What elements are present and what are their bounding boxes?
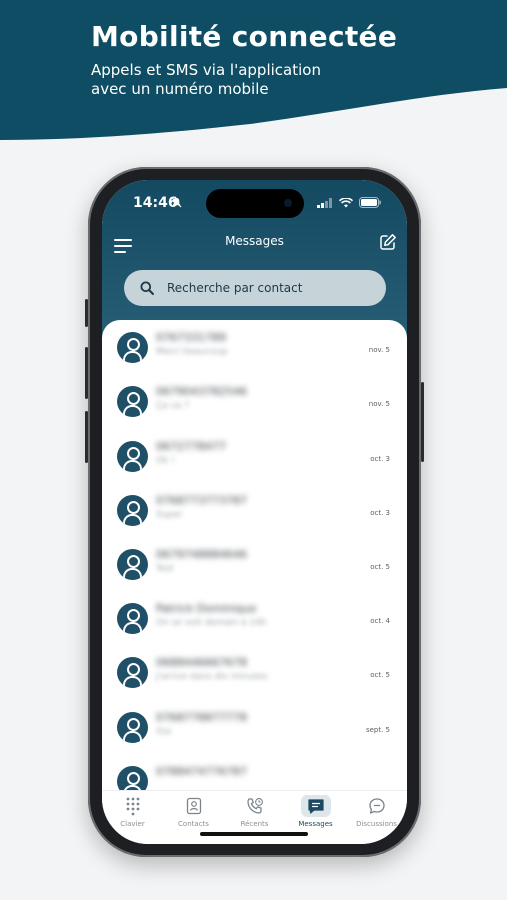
phone-side-button (85, 299, 88, 327)
contact-name: 0768778877778 (156, 711, 247, 724)
tab-recents[interactable]: Récents (224, 795, 285, 828)
battery-icon (359, 197, 381, 208)
message-preview: Test (156, 564, 174, 574)
tab-discussions[interactable]: Discussions (346, 795, 407, 828)
tab-clavier[interactable]: Clavier (102, 795, 163, 828)
message-date: oct. 4 (370, 617, 390, 625)
tab-contacts[interactable]: Contacts (163, 795, 224, 828)
avatar-icon (117, 332, 148, 363)
avatar-icon (117, 441, 148, 472)
wifi-icon (339, 197, 353, 207)
conversation-list[interactable]: 0767331789 Merci beaucoup nov. 5 0679043… (102, 320, 407, 790)
contact-name: 0688446667678 (156, 656, 247, 669)
message-date: oct. 5 (370, 563, 390, 571)
message-preview: Ça va ? (156, 401, 190, 411)
phone-power-button (421, 382, 424, 462)
tab-label: Clavier (120, 820, 145, 828)
contact-name: 0768773773787 (156, 494, 247, 507)
conversation-item[interactable]: 0767331789 Merci beaucoup nov. 5 (102, 320, 407, 374)
contacts-icon (186, 797, 201, 815)
phone-screen: 14:46 Messages Recherche par contact 076… (102, 180, 407, 844)
phone-mockup: 14:46 Messages Recherche par contact 076… (85, 167, 424, 857)
status-icons (317, 197, 381, 208)
avatar-icon (117, 766, 148, 790)
contact-name: 0679748884646 (156, 548, 247, 561)
conversation-item[interactable]: 0679043782546 Ça va ? nov. 5 (102, 374, 407, 428)
contact-name: 0672778477 (156, 440, 226, 453)
search-bar[interactable] (124, 270, 386, 306)
message-preview: On se voit demain à 14h (156, 618, 267, 628)
message-date: oct. 5 (370, 671, 390, 679)
message-preview: Oui (156, 727, 172, 737)
phone-volume-down (85, 411, 88, 463)
conversation-item[interactable]: 0672778477 Ok ! oct. 3 (102, 429, 407, 483)
tab-messages[interactable]: Messages (285, 795, 346, 828)
phone-volume-up (85, 347, 88, 399)
dynamic-island (206, 189, 304, 218)
avatar-icon (117, 549, 148, 580)
screen-title: Messages (225, 234, 284, 248)
avatar-icon (117, 495, 148, 526)
conversation-item[interactable]: 0768773773787 Super oct. 3 (102, 483, 407, 537)
avatar-icon (117, 657, 148, 688)
search-icon (140, 281, 154, 295)
conversation-item[interactable]: 0679748884646 Test oct. 5 (102, 537, 407, 591)
tab-label: Messages (298, 820, 333, 828)
contact-name: 0679043782546 (156, 385, 247, 398)
conversation-item[interactable]: 0768778877778 Oui sept. 5 (102, 700, 407, 754)
hero-title: Mobilité connectée (91, 20, 398, 53)
message-preview: J'arrive dans dix minutes (156, 672, 268, 682)
recent-calls-icon (246, 798, 263, 814)
conversation-item[interactable]: Patrick Dominique On se voit demain à 14… (102, 591, 407, 645)
signal-icon (317, 197, 332, 208)
tab-label: Discussions (356, 820, 397, 828)
contact-name: 0767331789 (156, 331, 226, 344)
tab-label: Récents (240, 820, 269, 828)
discussions-icon (368, 798, 385, 814)
message-date: oct. 3 (370, 509, 390, 517)
contact-name: Patrick Dominique (156, 602, 257, 615)
message-preview: Merci beaucoup (156, 347, 228, 357)
compose-icon[interactable] (379, 233, 397, 251)
message-preview: Super (156, 510, 183, 520)
bell-muted-icon (171, 197, 182, 208)
message-date: oct. 3 (370, 455, 390, 463)
message-date: nov. 5 (368, 346, 390, 354)
messages-icon (307, 799, 324, 814)
message-date: nov. 5 (368, 400, 390, 408)
search-input[interactable] (167, 281, 357, 295)
hero-subtitle: Appels et SMS via l'application avec un … (91, 61, 391, 99)
tab-label: Contacts (178, 820, 209, 828)
contact-name: 0788474776787 (156, 765, 247, 778)
avatar-icon (117, 712, 148, 743)
home-indicator (200, 832, 308, 836)
message-date: sept. 5 (365, 726, 390, 734)
avatar-icon (117, 386, 148, 417)
message-preview: Ok ! (156, 456, 175, 466)
hero-subtitle-line1: Appels et SMS via l'application (91, 61, 321, 79)
keypad-icon (126, 797, 139, 816)
hero-subtitle-line2: avec un numéro mobile (91, 80, 269, 98)
conversation-item[interactable]: 0688446667678 J'arrive dans dix minutes … (102, 645, 407, 699)
avatar-icon (117, 603, 148, 634)
conversation-item[interactable]: 0788474776787 (102, 754, 407, 790)
